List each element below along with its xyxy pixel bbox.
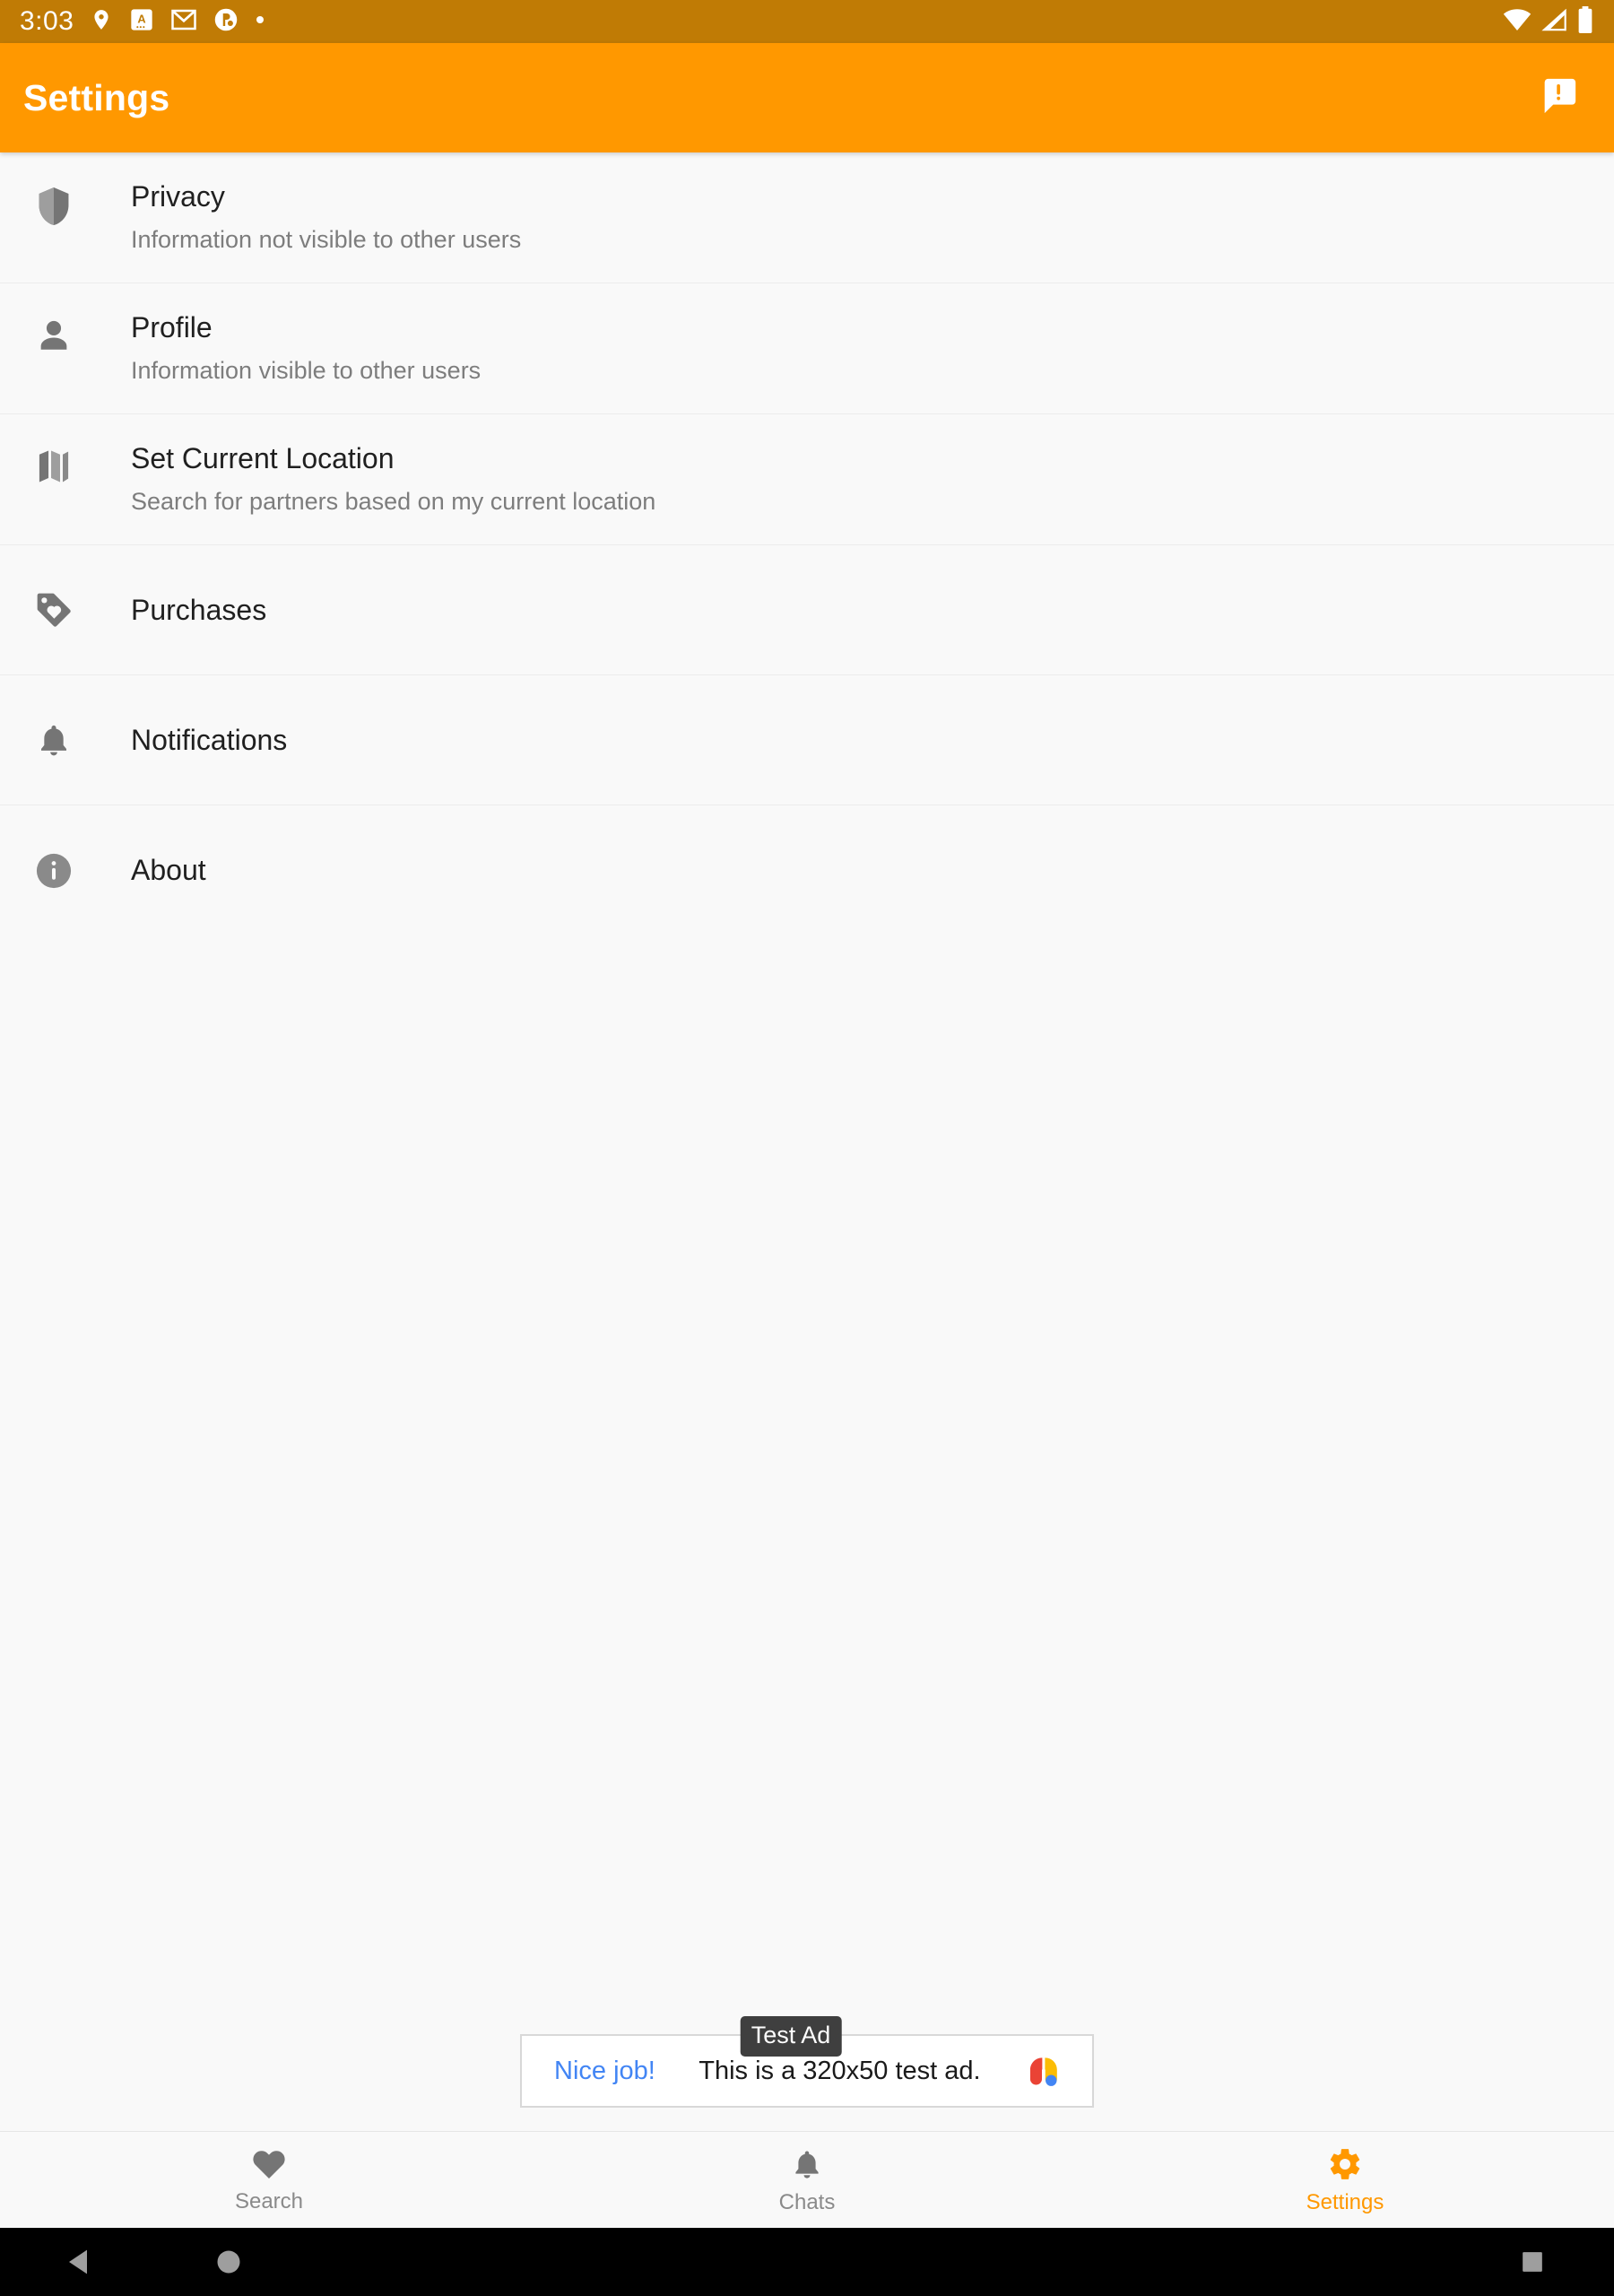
system-navigation-bar <box>0 2228 1614 2296</box>
nav-tab-label: Settings <box>1306 2190 1384 2214</box>
ad-cta-text[interactable]: Nice job! <box>554 2057 655 2086</box>
nav-tab-search[interactable]: Search <box>0 2132 538 2228</box>
info-icon <box>27 851 81 891</box>
app-circle-icon <box>213 7 239 37</box>
bell-icon <box>791 2146 823 2187</box>
app-bar: Settings <box>0 43 1614 152</box>
wifi-icon <box>1503 7 1532 37</box>
nav-tab-label: Chats <box>778 2190 836 2214</box>
settings-item-text: About <box>81 851 206 889</box>
settings-item-title: Purchases <box>131 593 267 626</box>
bottom-navigation: Search Chats Settings <box>0 2131 1614 2228</box>
settings-item-title: Profile <box>131 311 213 344</box>
settings-item-title: Privacy <box>131 180 225 213</box>
settings-list: Privacy Information not visible to other… <box>0 152 1614 2034</box>
settings-item-purchases[interactable]: Purchases <box>0 545 1614 675</box>
feedback-button[interactable] <box>1526 65 1591 130</box>
home-circle-icon[interactable] <box>215 2248 242 2275</box>
settings-item-text: Privacy Information not visible to other… <box>81 152 521 257</box>
settings-item-text: Set Current Location Search for partners… <box>81 414 655 519</box>
ad-area: Test Ad Nice job! This is a 320x50 test … <box>0 2016 1614 2131</box>
recents-square-icon[interactable] <box>1521 2250 1544 2274</box>
map-icon <box>27 414 81 486</box>
tag-icon <box>27 590 81 630</box>
nav-tab-chats[interactable]: Chats <box>538 2132 1076 2228</box>
gmail-icon <box>170 8 197 36</box>
settings-item-privacy[interactable]: Privacy Information not visible to other… <box>0 152 1614 283</box>
settings-item-about[interactable]: About <box>0 805 1614 935</box>
settings-item-title: Notifications <box>131 723 288 756</box>
feedback-icon <box>1538 75 1579 121</box>
svg-text:A: A <box>138 12 146 25</box>
dot-icon <box>255 13 265 30</box>
app-screen: 3:03 A Settings Privacy Information not … <box>0 0 1614 2296</box>
status-clock: 3:03 <box>20 6 74 36</box>
gear-icon <box>1327 2146 1363 2187</box>
settings-item-title: About <box>131 854 206 887</box>
settings-item-title: Set Current Location <box>131 442 395 474</box>
back-triangle-icon[interactable] <box>65 2247 91 2277</box>
battery-icon <box>1576 5 1594 38</box>
settings-item-profile[interactable]: Profile Information visible to other use… <box>0 283 1614 414</box>
app-bar-actions <box>1526 65 1591 130</box>
person-icon <box>27 283 81 355</box>
page-title: Settings <box>23 76 170 118</box>
status-bar-right <box>1503 5 1594 38</box>
settings-item-set-current-location[interactable]: Set Current Location Search for partners… <box>0 414 1614 545</box>
ad-body-text: This is a 320x50 test ad. <box>699 2056 981 2085</box>
nav-tab-label: Search <box>234 2189 304 2213</box>
ad-banner[interactable]: Test Ad Nice job! This is a 320x50 test … <box>520 2016 1094 2108</box>
settings-item-text: Notifications <box>81 721 287 759</box>
status-bar-left: 3:03 A <box>20 5 265 39</box>
location-pin-icon <box>90 5 113 39</box>
heart-icon <box>251 2147 287 2186</box>
admob-logo-icon <box>1019 2046 1069 2096</box>
shield-icon <box>27 152 81 228</box>
settings-item-subtitle: Search for partners based on my current … <box>131 488 656 516</box>
settings-item-text: Profile Information visible to other use… <box>81 283 481 388</box>
settings-item-subtitle: Information visible to other users <box>131 357 482 385</box>
nav-tab-settings[interactable]: Settings <box>1076 2132 1614 2228</box>
status-bar: 3:03 A <box>0 0 1614 43</box>
settings-item-subtitle: Information not visible to other users <box>131 226 522 254</box>
ad-test-badge: Test Ad <box>740 2016 842 2057</box>
bell-icon <box>27 720 81 760</box>
cellular-signal-icon <box>1540 7 1567 37</box>
settings-item-notifications[interactable]: Notifications <box>0 675 1614 805</box>
settings-item-text: Purchases <box>81 591 266 629</box>
authenticator-icon: A <box>129 7 154 37</box>
